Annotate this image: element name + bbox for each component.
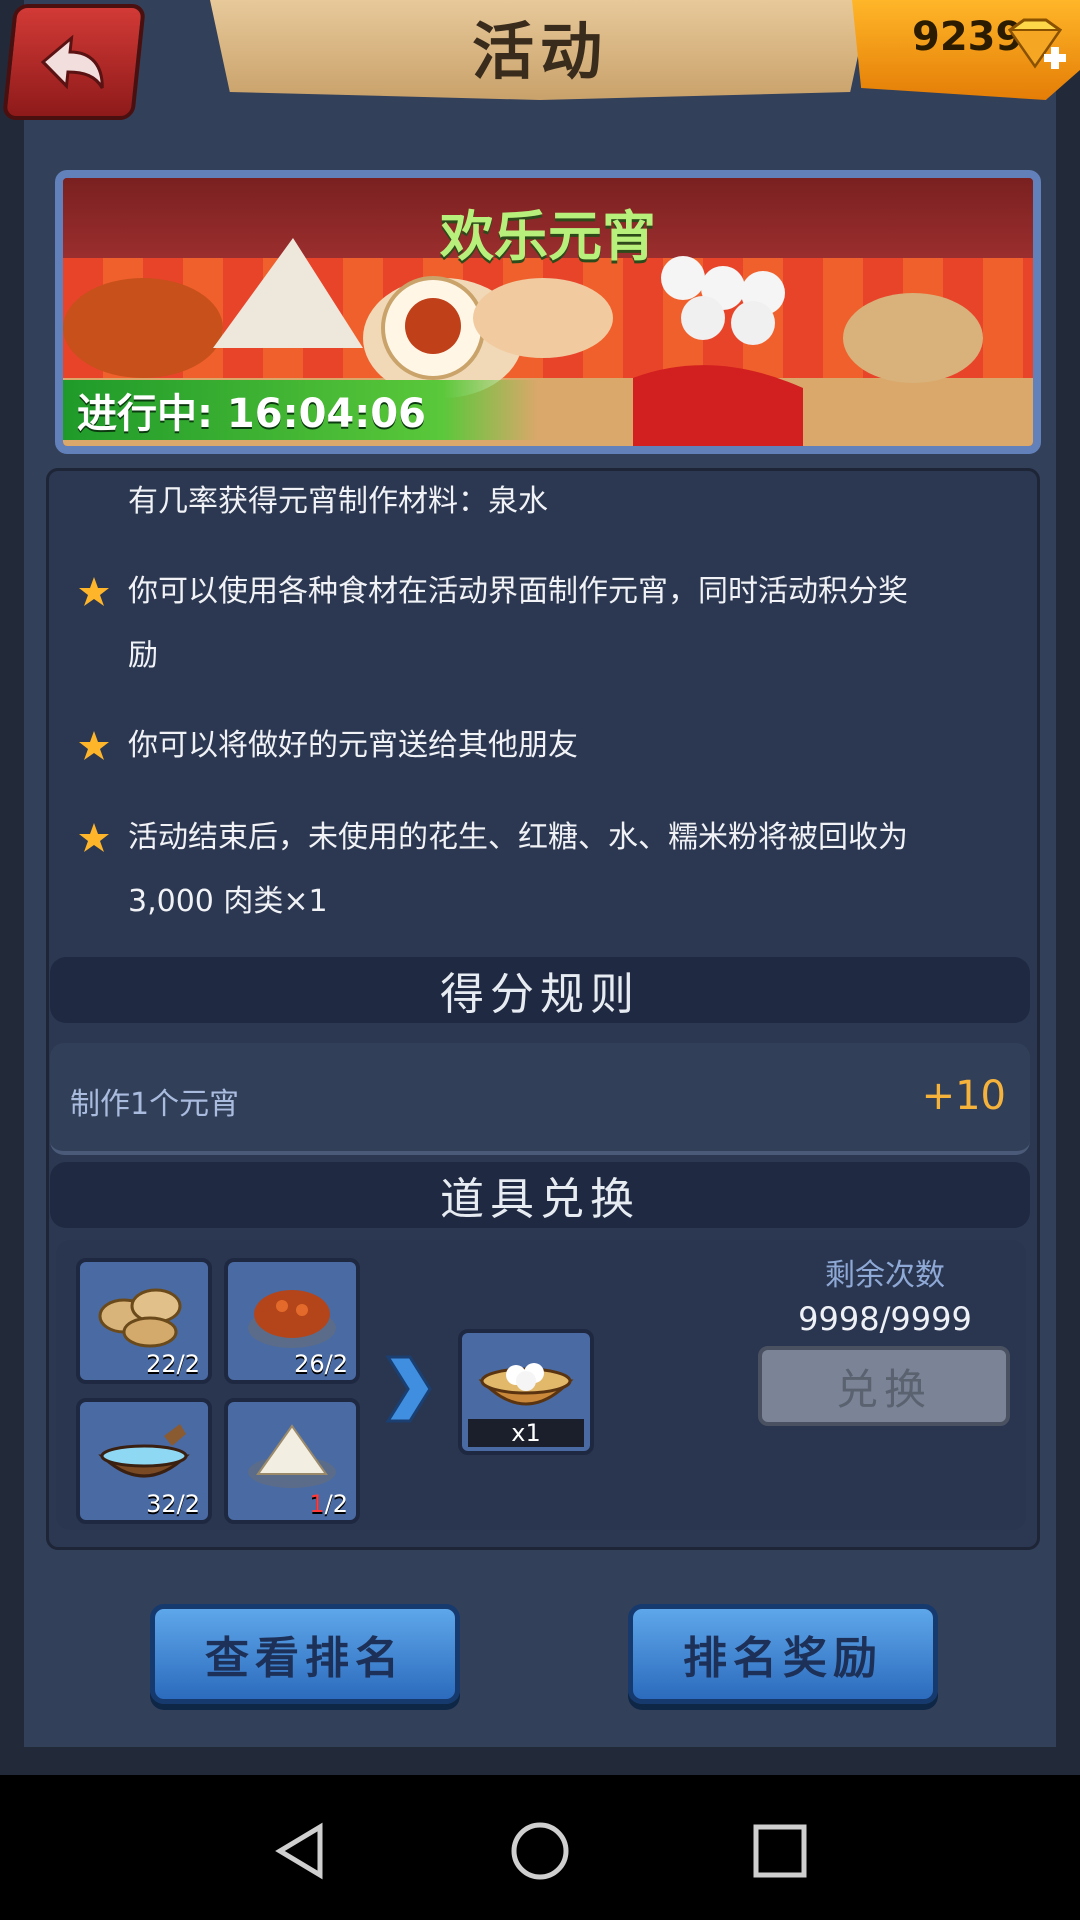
brown-sugar-icon [248,1290,336,1348]
home-icon[interactable] [510,1821,570,1881]
desc-line-3: 你可以将做好的元宵送给其他朋友 [128,728,578,763]
score-rules-title: 得分规则 [440,969,640,1020]
peanut-icon [98,1288,182,1348]
event-countdown: 进行中: 16:04:06 [77,391,426,437]
exchange-header: 道具兑换 [50,1162,1030,1228]
view-ranking-label: 查看排名 [205,1633,405,1684]
desc-line-4b: 3,000 肉类×1 [128,884,328,919]
page-title: 活动 [471,15,608,88]
back-button[interactable] [1,4,147,120]
exchange-button[interactable]: 兑换 [758,1346,1010,1426]
back-icon[interactable] [272,1821,332,1881]
water-bowl-icon [98,1424,190,1478]
event-banner: 欢乐元宵 进行中: 16:04:06 [55,170,1041,454]
gem-plus-icon [1007,18,1066,69]
arrow-right-icon [385,1355,432,1423]
desc-line-2b: 励 [128,638,158,673]
score-rule-value: +10 [921,1073,1006,1119]
exchange-button-label: 兑换 [835,1364,932,1414]
rice-flour-icon [248,1424,336,1488]
score-rule-row: 制作1个元宵 +10 [50,1043,1030,1155]
exchange-title: 道具兑换 [440,1174,640,1225]
ingredient-peanut[interactable]: 22/2 [76,1258,212,1384]
back-arrow-icon [40,34,104,90]
ingredient-water[interactable]: 32/2 [76,1398,212,1524]
yuanxiao-bowl-icon [478,1363,574,1406]
ingredient-brown-sugar[interactable]: 26/2 [224,1258,360,1384]
score-rule-label: 制作1个元宵 [70,1087,240,1122]
star-icon [79,823,109,852]
star-icon [79,731,109,760]
ingredient-count: 1/2 [309,1490,348,1518]
banner-title: 欢乐元宵 [440,205,656,268]
title-plate: 活动 [210,0,870,100]
gem-balance[interactable]: 9239 [852,0,1080,100]
star-icon [79,577,109,606]
ingredient-count: 22/2 [146,1350,200,1378]
ingredient-rice-flour[interactable]: 1/2 [224,1398,360,1524]
ranking-reward-button[interactable]: 排名奖励 [628,1604,938,1704]
ranking-reward-label: 排名奖励 [683,1633,883,1684]
rock-border-bottom [0,1747,1080,1775]
result-count: x1 [468,1419,584,1447]
desc-line-4: 活动结束后，未使用的花生、红糖、水、糯米粉将被回收为 [128,820,908,855]
recents-icon[interactable] [750,1821,810,1881]
desc-line-1: 有几率获得元宵制作材料：泉水 [128,484,548,519]
remaining-value: 9998/9999 [798,1300,972,1338]
remaining-label: 剩余次数 [825,1258,945,1293]
result-yuanxiao[interactable]: x1 [458,1329,594,1455]
activity-screen: 活动 9239 欢乐元宵 进行中: 16:04:06 有几率获得元宵制作材料：泉… [0,0,1080,1775]
event-status: 进行中: 16:04:06 [63,380,537,440]
view-ranking-button[interactable]: 查看排名 [150,1604,460,1704]
score-rules-header: 得分规则 [50,957,1030,1023]
desc-line-2: 你可以使用各种食材在活动界面制作元宵，同时活动积分奖 [128,574,908,609]
system-nav-bar [0,1775,1080,1920]
ingredient-count: 32/2 [146,1490,200,1518]
rock-border-left [0,0,24,1775]
rock-border-right [1056,0,1080,1775]
ingredient-count: 26/2 [294,1350,348,1378]
